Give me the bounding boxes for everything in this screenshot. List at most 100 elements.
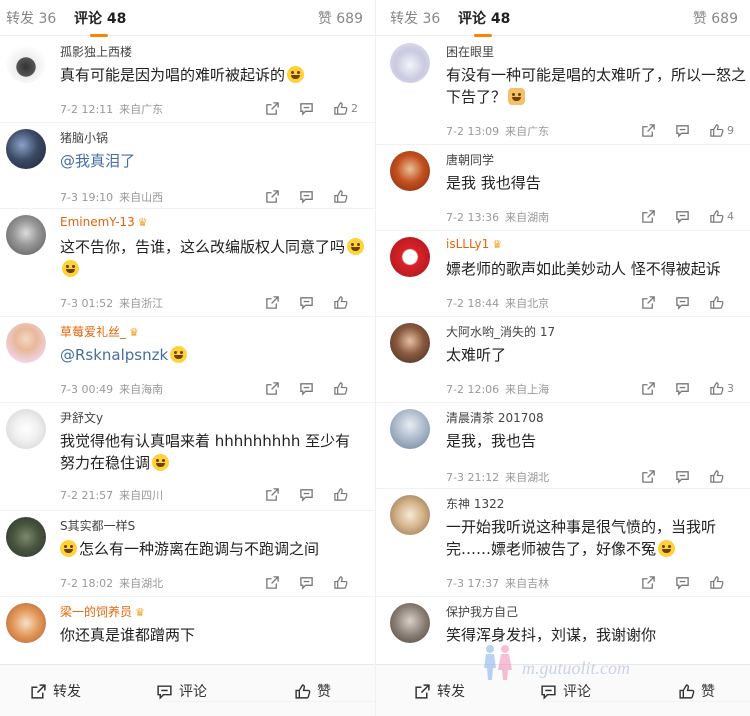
like-button[interactable]: 赞 — [678, 681, 715, 701]
reply-icon[interactable] — [675, 121, 709, 139]
thumbs-up-icon[interactable] — [709, 467, 743, 485]
tab-like[interactable]: 赞 689 — [318, 8, 363, 28]
comment-location: 来自浙江 — [119, 297, 164, 310]
share-icon[interactable] — [265, 573, 299, 591]
share-icon[interactable] — [641, 293, 675, 311]
comment-username[interactable]: 保护我方自己 — [446, 603, 518, 620]
share-icon[interactable] — [641, 379, 675, 397]
comment-meta: 7-3 17:37 来自吉林 — [446, 575, 549, 591]
reply-icon[interactable] — [299, 293, 333, 311]
share-icon[interactable] — [265, 187, 299, 205]
avatar[interactable] — [390, 237, 430, 277]
share-icon[interactable] — [265, 379, 299, 397]
comment-actions — [265, 293, 367, 311]
share-icon[interactable] — [641, 467, 675, 485]
reply-icon[interactable] — [299, 573, 333, 591]
reply-icon[interactable] — [299, 485, 333, 503]
avatar[interactable] — [6, 603, 46, 643]
comment-username[interactable]: 大阿水哟_消失的 17 — [446, 323, 555, 340]
like-button[interactable]: 赞 — [294, 681, 331, 701]
dog-emoji-icon — [508, 88, 526, 105]
avatar[interactable] — [6, 409, 46, 449]
thumbs-up-icon[interactable] — [333, 187, 367, 205]
comment-location: 来自湖南 — [505, 211, 550, 224]
comment-time: 7-2 21:57 — [60, 489, 114, 502]
avatar[interactable] — [390, 495, 430, 535]
comment-text: 有没有一种可能是唱的太难听了，所以一怒之下告了？ — [446, 66, 747, 106]
reply-icon[interactable] — [299, 99, 333, 117]
thumbs-up-icon[interactable] — [709, 293, 743, 311]
thumbs-up-icon[interactable]: 9 — [709, 121, 743, 139]
repost-button[interactable]: 转发 — [414, 681, 465, 701]
avatar[interactable] — [6, 215, 46, 255]
mention-link[interactable]: @Rsknalpsnzk — [60, 346, 168, 364]
repost-icon — [31, 683, 46, 699]
share-icon[interactable] — [641, 207, 675, 225]
reply-icon[interactable] — [675, 467, 709, 485]
comment-actions — [641, 467, 743, 485]
tab-repost[interactable]: 转发 36 — [6, 8, 56, 28]
watermark-text: m.gutuolit.com — [522, 658, 630, 678]
comment-actions: 2 — [265, 99, 367, 117]
tab-like[interactable]: 赞 689 — [693, 8, 738, 28]
reply-icon[interactable] — [299, 379, 333, 397]
comment-username[interactable]: 东神 1322 — [446, 495, 504, 512]
comment-username[interactable]: 困在眼里 — [446, 43, 494, 60]
reply-icon[interactable] — [675, 207, 709, 225]
laugh-emoji-icon — [347, 238, 365, 255]
avatar[interactable] — [390, 151, 430, 191]
thumbs-up-icon[interactable] — [709, 573, 743, 591]
thumbs-up-icon[interactable]: 4 — [709, 207, 743, 225]
thumbs-up-icon[interactable]: 2 — [333, 99, 367, 117]
comment-location: 来自湖北 — [119, 577, 164, 590]
comment-button[interactable]: 评论 — [156, 681, 375, 702]
reply-icon[interactable] — [675, 573, 709, 591]
comment-username[interactable]: 梁一的饲养员 ♛ — [60, 603, 145, 620]
avatar[interactable] — [6, 517, 46, 557]
avatar[interactable] — [6, 129, 46, 169]
mention-link[interactable]: @我真泪了 — [60, 152, 135, 170]
comment-time: 7-2 18:44 — [446, 297, 500, 310]
comment-username[interactable]: 孤影独上西楼 — [60, 43, 132, 60]
comment-location: 来自吉林 — [505, 577, 550, 590]
share-icon[interactable] — [265, 485, 299, 503]
share-icon[interactable] — [265, 99, 299, 117]
comment-username[interactable]: 草莓爱礼丝_ ♛ — [60, 323, 139, 340]
thumbs-up-icon[interactable] — [333, 379, 367, 397]
comment-username[interactable]: isLLLy1 ♛ — [446, 237, 502, 251]
share-icon[interactable] — [641, 121, 675, 139]
avatar[interactable] — [390, 43, 430, 83]
laugh-emoji-icon — [60, 540, 77, 557]
avatar[interactable] — [390, 323, 430, 363]
tab-repost[interactable]: 转发 36 — [390, 8, 440, 28]
thumbs-up-icon[interactable]: 3 — [709, 379, 743, 397]
comment-username[interactable]: EminemY-13 ♛ — [60, 215, 148, 229]
reply-icon[interactable] — [675, 379, 709, 397]
thumbs-up-icon[interactable] — [333, 573, 367, 591]
avatar[interactable] — [390, 603, 430, 643]
comment-time: 7-2 13:36 — [446, 211, 500, 224]
tab-comment[interactable]: 评论 48 — [74, 8, 126, 37]
comment-meta: 7-2 12:11 来自广东 — [60, 101, 163, 117]
tab-comment[interactable]: 评论 48 — [458, 8, 510, 37]
comment-meta: 7-3 19:10 来自山西 — [60, 189, 163, 205]
thumbs-up-icon[interactable] — [333, 293, 367, 311]
reply-icon[interactable] — [299, 187, 333, 205]
comment-username[interactable]: 唐朝同学 — [446, 151, 494, 168]
thumbs-up-icon[interactable] — [333, 485, 367, 503]
comment-button[interactable]: 评论 — [540, 681, 750, 702]
comment-username[interactable]: S其实都一样S — [60, 517, 135, 534]
share-icon[interactable] — [265, 293, 299, 311]
like-count: 4 — [727, 209, 734, 223]
comment-username[interactable]: 清晨清茶 201708 — [446, 409, 544, 426]
comment-username[interactable]: 猪脑小锅 — [60, 129, 108, 146]
comment-text: 是我，我也告 — [446, 432, 537, 450]
avatar[interactable] — [6, 43, 46, 83]
avatar[interactable] — [6, 323, 46, 363]
repost-button[interactable]: 转发 — [30, 681, 81, 701]
share-icon[interactable] — [641, 573, 675, 591]
comment-time: 7-2 12:11 — [60, 103, 114, 116]
reply-icon[interactable] — [675, 293, 709, 311]
avatar[interactable] — [390, 409, 430, 449]
comment-username[interactable]: 尹舒文y — [60, 409, 103, 426]
